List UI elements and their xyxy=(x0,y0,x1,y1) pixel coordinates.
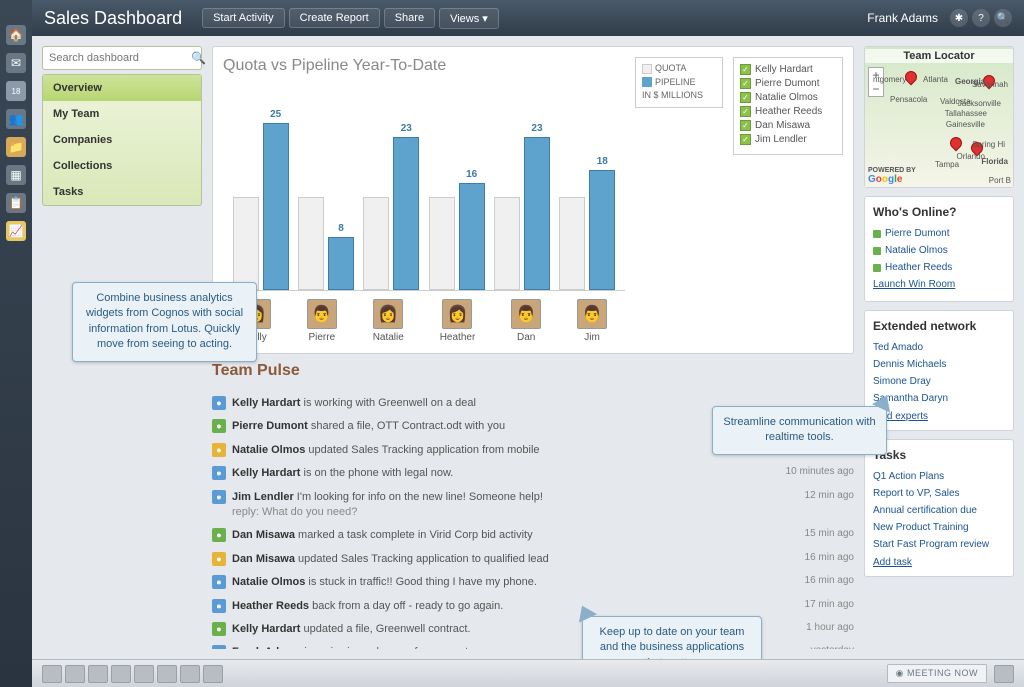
nav-overview[interactable]: Overview xyxy=(43,75,201,101)
tasks-title: Tasks xyxy=(873,448,1005,462)
contacts-icon[interactable]: 👥 xyxy=(6,109,26,129)
avatar-heather[interactable]: 👩Heather xyxy=(440,299,476,343)
avatar-natalie[interactable]: 👩Natalie xyxy=(373,299,404,343)
app-icon-rail: 🏠 ✉ 18 👥 📁 ▦ 📋 📈 xyxy=(0,0,32,687)
settings-icon[interactable]: ✱ xyxy=(950,9,968,27)
pulse-item[interactable]: ●Heather Reeds back from a day off - rea… xyxy=(212,595,854,618)
callout-analytics: Combine business analytics widgets from … xyxy=(72,282,257,362)
search-top-icon[interactable]: 🔍 xyxy=(994,9,1012,27)
bb-keyboard-icon[interactable] xyxy=(88,665,108,683)
search-icon: 🔍 xyxy=(191,51,206,65)
start-activity-button[interactable]: Start Activity xyxy=(202,8,285,28)
pulse-title: Team Pulse xyxy=(212,362,854,384)
grid-icon[interactable]: ▦ xyxy=(6,165,26,185)
pulse-item[interactable]: ●Dan Misawa updated Sales Tracking appli… xyxy=(212,548,854,571)
side-nav: Overview My Team Companies Collections T… xyxy=(42,74,202,206)
top-bar: Sales Dashboard Start Activity Create Re… xyxy=(32,0,1024,36)
meeting-now-button[interactable]: ◉ MEETING NOW xyxy=(887,664,987,683)
help-icon[interactable]: ? xyxy=(972,9,990,27)
legend-unit: IN $ MILLIONS xyxy=(642,89,716,103)
google-logo: POWERED BYGoogle xyxy=(868,167,916,185)
chart-title: Quota vs Pipeline Year-To-Date xyxy=(223,57,625,75)
chart-legend: QUOTA PIPELINE IN $ MILLIONS xyxy=(635,57,723,108)
team-locator-panel: +− Atlanta Georgia Savannah Jacksonville… xyxy=(864,46,1014,188)
bb-person-icon[interactable] xyxy=(42,665,62,683)
nav-collections[interactable]: Collections xyxy=(43,153,201,179)
online-person[interactable]: Natalie Olmos xyxy=(873,242,1005,259)
analytics-icon[interactable]: 📈 xyxy=(6,221,26,241)
tasks-panel: Tasks Q1 Action PlansReport to VP, Sales… xyxy=(864,439,1014,577)
chart-canvas: 25823162318 xyxy=(223,81,625,291)
bb-note-icon[interactable] xyxy=(134,665,154,683)
online-person[interactable]: Heather Reeds xyxy=(873,259,1005,276)
launch-win-room[interactable]: Launch Win Room xyxy=(873,276,1005,293)
bottom-bar: ◉ MEETING NOW xyxy=(32,659,1024,687)
tasks-icon[interactable]: 📋 xyxy=(6,193,26,213)
filter-checkbox[interactable]: ✓Kelly Hardart xyxy=(740,64,836,75)
legend-quota: QUOTA xyxy=(655,63,686,73)
callout-communication: Streamline communication with realtime t… xyxy=(712,406,887,455)
bb-phone-icon[interactable] xyxy=(111,665,131,683)
calendar-icon[interactable]: 18 xyxy=(6,81,26,101)
extended-title: Extended network xyxy=(873,319,1005,333)
add-task[interactable]: Add task xyxy=(873,557,912,568)
callout-team: Keep up to date on your team and the bus… xyxy=(582,616,762,659)
bb-check-icon[interactable] xyxy=(157,665,177,683)
task-item[interactable]: Start Fast Program review xyxy=(873,536,1005,553)
chart-panel: Quota vs Pipeline Year-To-Date 258231623… xyxy=(212,46,854,354)
whos-online-panel: Who's Online? Pierre DumontNatalie Olmos… xyxy=(864,196,1014,302)
bb-star-icon[interactable] xyxy=(65,665,85,683)
bb-screen-icon[interactable] xyxy=(180,665,200,683)
pulse-item[interactable]: ●Natalie Olmos is stuck in traffic!! Goo… xyxy=(212,571,854,594)
filter-checkbox[interactable]: ✓Pierre Dumont xyxy=(740,78,836,89)
task-item[interactable]: Report to VP, Sales xyxy=(873,485,1005,502)
map-pin-icon[interactable] xyxy=(948,135,965,152)
avatar-pierre[interactable]: 👨Pierre xyxy=(307,299,337,343)
nav-companies[interactable]: Companies xyxy=(43,127,201,153)
task-item[interactable]: Annual certification due xyxy=(873,502,1005,519)
mail-icon[interactable]: ✉ xyxy=(6,53,26,73)
pulse-item[interactable]: ●Jim Lendler I'm looking for info on the… xyxy=(212,486,854,525)
extended-person[interactable]: Dennis Michaels xyxy=(873,356,1005,373)
create-report-button[interactable]: Create Report xyxy=(289,8,380,28)
views-button[interactable]: Views ▾ xyxy=(439,8,499,29)
chart-filters: ✓Kelly Hardart ✓Pierre Dumont ✓Natalie Olm… xyxy=(733,57,843,155)
avatar-dan[interactable]: 👨Dan xyxy=(511,299,541,343)
current-user: Frank Adams xyxy=(867,11,938,25)
online-title: Who's Online? xyxy=(873,205,1005,219)
page-title: Sales Dashboard xyxy=(44,8,182,29)
nav-my-team[interactable]: My Team xyxy=(43,101,201,127)
home-icon[interactable]: 🏠 xyxy=(6,25,26,45)
filter-checkbox[interactable]: ✓Natalie Olmos xyxy=(740,92,836,103)
chart-avatars: 👩Kelly👨Pierre👩Natalie👩Heather👨Dan👨Jim xyxy=(223,299,625,343)
share-button[interactable]: Share xyxy=(384,8,435,28)
filter-checkbox[interactable]: ✓Heather Reeds xyxy=(740,106,836,117)
task-item[interactable]: New Product Training xyxy=(873,519,1005,536)
pulse-item[interactable]: ●Dan Misawa marked a task complete in Vi… xyxy=(212,524,854,547)
bb-chat-icon[interactable] xyxy=(994,665,1014,683)
extended-person[interactable]: Ted Amado xyxy=(873,339,1005,356)
legend-pipeline: PIPELINE xyxy=(655,77,696,87)
online-person[interactable]: Pierre Dumont xyxy=(873,225,1005,242)
pulse-item[interactable]: ●Kelly Hardart is on the phone with lega… xyxy=(212,462,854,485)
files-icon[interactable]: 📁 xyxy=(6,137,26,157)
avatar-jim[interactable]: 👨Jim xyxy=(577,299,607,343)
map[interactable]: +− Atlanta Georgia Savannah Jacksonville… xyxy=(865,47,1013,187)
filter-checkbox[interactable]: ✓Dan Misawa xyxy=(740,120,836,131)
task-item[interactable]: Q1 Action Plans xyxy=(873,468,1005,485)
bb-sync-icon[interactable] xyxy=(203,665,223,683)
extended-person[interactable]: Simone Dray xyxy=(873,373,1005,390)
nav-tasks[interactable]: Tasks xyxy=(43,179,201,205)
filter-checkbox[interactable]: ✓Jim Lendler xyxy=(740,134,836,145)
search-dashboard[interactable]: 🔍 xyxy=(42,46,202,70)
search-input[interactable] xyxy=(49,52,191,64)
